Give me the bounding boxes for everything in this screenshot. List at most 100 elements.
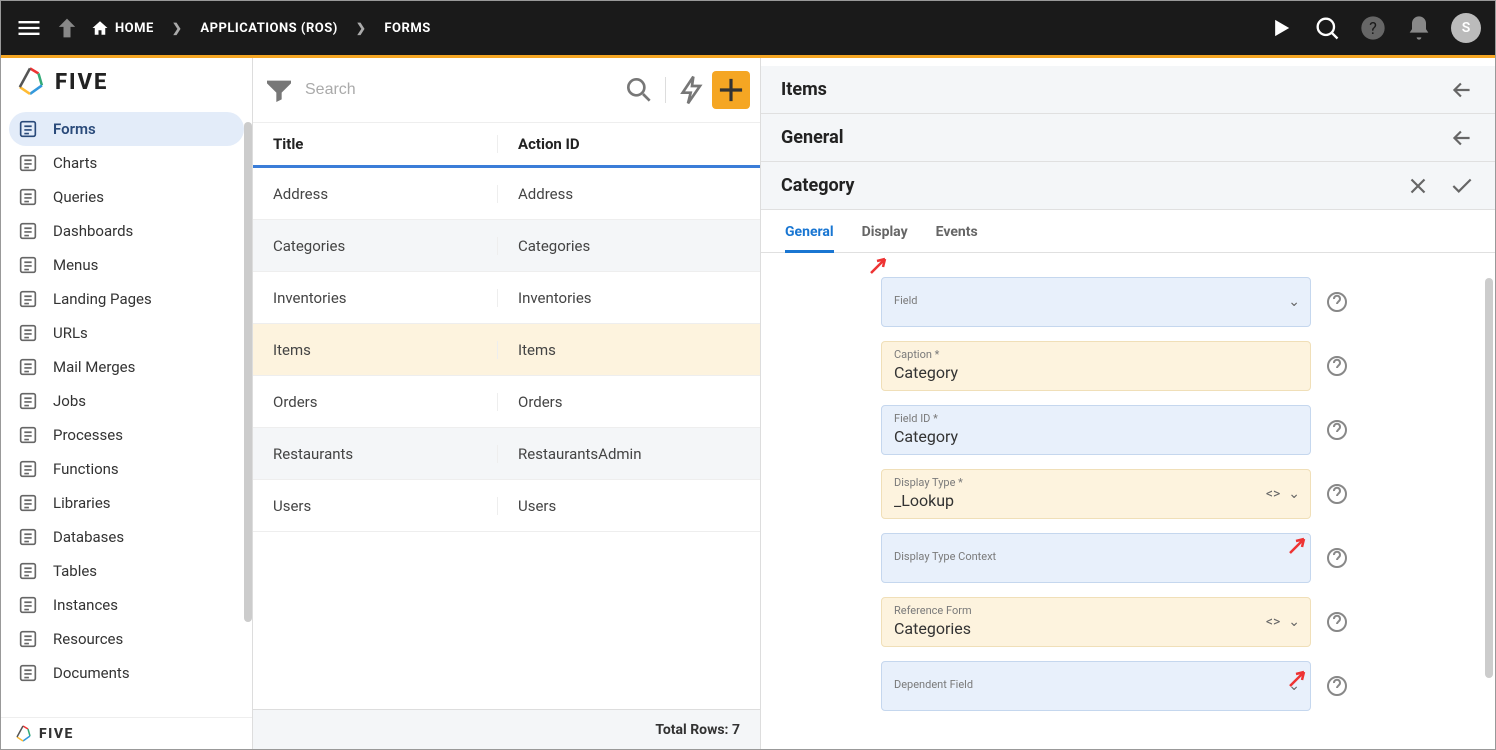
sidebar-item-mail-merges[interactable]: Mail Merges xyxy=(9,350,244,384)
table-row[interactable]: OrdersOrders xyxy=(253,376,760,428)
logo-icon xyxy=(13,65,47,99)
sidebar-item-resources[interactable]: Resources xyxy=(9,622,244,656)
sidebar-item-functions[interactable]: Functions xyxy=(9,452,244,486)
code-icon[interactable]: <> xyxy=(1266,614,1280,630)
nav-icon xyxy=(17,424,39,446)
help-icon[interactable] xyxy=(1325,546,1349,570)
brand-text: FIVE xyxy=(39,726,74,742)
nav-icon xyxy=(17,526,39,548)
help-icon[interactable] xyxy=(1325,610,1349,634)
sidebar-item-label: Forms xyxy=(53,120,96,138)
cell-action-id: Users xyxy=(498,497,760,515)
scrollbar[interactable] xyxy=(1485,278,1493,678)
sidebar-item-urls[interactable]: URLs xyxy=(9,316,244,350)
chevron-down-icon[interactable]: ⌄ xyxy=(1288,614,1300,630)
sidebar-item-processes[interactable]: Processes xyxy=(9,418,244,452)
cell-title: Orders xyxy=(253,393,498,411)
help-icon[interactable] xyxy=(1325,674,1349,698)
scrollbar[interactable] xyxy=(244,122,252,622)
filter-icon[interactable] xyxy=(263,74,295,106)
cell-title: Restaurants xyxy=(253,445,498,463)
avatar[interactable]: S xyxy=(1451,13,1481,43)
breadcrumb: HOME ❯ APPLICATIONS (ROS) ❯ FORMS xyxy=(91,19,431,37)
table-row[interactable]: RestaurantsRestaurantsAdmin xyxy=(253,428,760,480)
sidebar-item-libraries[interactable]: Libraries xyxy=(9,486,244,520)
field-field[interactable]: Field ⌄ xyxy=(881,277,1311,327)
add-button[interactable] xyxy=(712,71,750,109)
sidebar-item-forms[interactable]: Forms xyxy=(9,112,244,146)
nav-icon xyxy=(17,118,39,140)
cell-title: Users xyxy=(253,497,498,515)
close-icon[interactable] xyxy=(1405,173,1431,199)
hamburger-icon[interactable] xyxy=(15,14,43,42)
check-icon[interactable] xyxy=(1449,173,1475,199)
back-arrow-icon[interactable] xyxy=(1449,77,1475,103)
sidebar-item-documents[interactable]: Documents xyxy=(9,656,244,690)
help-icon[interactable] xyxy=(1325,290,1349,314)
sidebar-item-menus[interactable]: Menus xyxy=(9,248,244,282)
search-globe-icon[interactable] xyxy=(1313,14,1341,42)
sidebar-item-dashboards[interactable]: Dashboards xyxy=(9,214,244,248)
col-action-id[interactable]: Action ID xyxy=(498,135,760,153)
field-display-type[interactable]: Display Type * _Lookup <> ⌄ xyxy=(881,469,1311,519)
tab-events[interactable]: Events xyxy=(936,224,978,252)
col-title[interactable]: Title xyxy=(253,135,498,153)
chevron-down-icon[interactable]: ⌄ xyxy=(1288,294,1300,310)
nav-icon xyxy=(17,322,39,344)
sidebar-item-label: Tables xyxy=(53,562,97,580)
table-row[interactable]: UsersUsers xyxy=(253,480,760,532)
sidebar-item-label: Libraries xyxy=(53,494,111,512)
field-display-type-context[interactable]: Display Type Context xyxy=(881,533,1311,583)
field-dependent-field[interactable]: Dependent Field ⌄ xyxy=(881,661,1311,711)
help-icon[interactable] xyxy=(1325,482,1349,506)
help-icon[interactable]: ? xyxy=(1359,14,1387,42)
sidebar-item-charts[interactable]: Charts xyxy=(9,146,244,180)
bell-icon[interactable] xyxy=(1405,14,1433,42)
search-input[interactable] xyxy=(299,75,619,105)
cell-action-id: Items xyxy=(498,341,760,359)
field-caption[interactable]: Caption * Category xyxy=(881,341,1311,391)
breadcrumb-home[interactable]: HOME xyxy=(91,19,154,37)
up-arrow-icon[interactable] xyxy=(53,14,81,42)
help-icon[interactable] xyxy=(1325,418,1349,442)
field-field-id[interactable]: Field ID * Category xyxy=(881,405,1311,455)
chevron-down-icon[interactable]: ⌄ xyxy=(1288,678,1300,694)
search-icon[interactable] xyxy=(623,74,655,106)
table-row[interactable]: AddressAddress xyxy=(253,168,760,220)
cell-title: Items xyxy=(253,341,498,359)
panel-general-header: General xyxy=(761,114,1495,162)
help-icon[interactable] xyxy=(1325,354,1349,378)
sidebar-item-instances[interactable]: Instances xyxy=(9,588,244,622)
sidebar: FIVE Forms ChartsQueries Dashboards MenusLa… xyxy=(1,58,253,749)
table-row[interactable]: ItemsItems xyxy=(253,324,760,376)
sidebar-item-landing-pages[interactable]: Landing Pages xyxy=(9,282,244,316)
bolt-icon[interactable] xyxy=(676,74,708,106)
sidebar-item-label: Instances xyxy=(53,596,118,614)
tab-general[interactable]: General xyxy=(785,224,834,252)
sidebar-item-label: URLs xyxy=(53,324,88,342)
tab-display[interactable]: Display xyxy=(862,224,908,252)
sidebar-item-label: Mail Merges xyxy=(53,358,135,376)
nav-icon xyxy=(17,390,39,412)
play-icon[interactable] xyxy=(1267,14,1295,42)
cell-title: Inventories xyxy=(253,289,498,307)
sidebar-item-queries[interactable]: Queries xyxy=(9,180,244,214)
breadcrumb-applications[interactable]: APPLICATIONS (ROS) xyxy=(200,21,337,36)
table-row[interactable]: InventoriesInventories xyxy=(253,272,760,324)
code-icon[interactable]: <> xyxy=(1266,486,1280,502)
nav-icon xyxy=(17,492,39,514)
field-value: Category xyxy=(894,427,1298,446)
chevron-down-icon[interactable]: ⌄ xyxy=(1288,486,1300,502)
back-arrow-icon[interactable] xyxy=(1449,125,1475,151)
nav-icon xyxy=(17,560,39,582)
field-value: Category xyxy=(894,363,1298,382)
field-label: Field ID * xyxy=(894,412,1298,425)
sidebar-item-label: Dashboards xyxy=(53,222,133,240)
sidebar-item-jobs[interactable]: Jobs xyxy=(9,384,244,418)
panel-title: Items xyxy=(781,79,827,100)
sidebar-item-databases[interactable]: Databases xyxy=(9,520,244,554)
field-reference-form[interactable]: Reference Form Categories <> ⌄ xyxy=(881,597,1311,647)
table-row[interactable]: CategoriesCategories xyxy=(253,220,760,272)
breadcrumb-forms[interactable]: FORMS xyxy=(384,21,430,36)
sidebar-item-tables[interactable]: Tables xyxy=(9,554,244,588)
